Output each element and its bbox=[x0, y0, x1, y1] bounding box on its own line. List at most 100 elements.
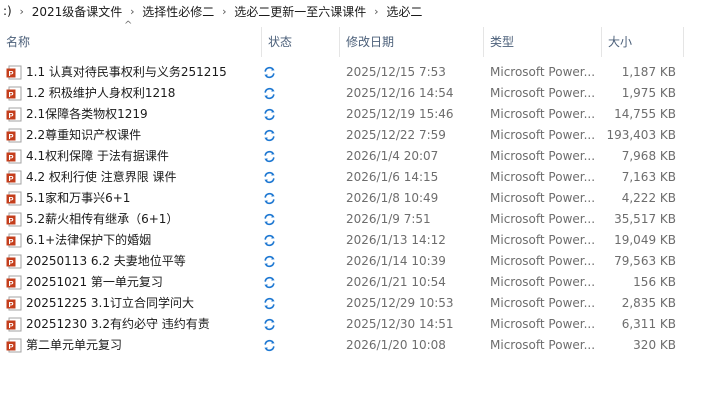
column-header-status-label: 状态 bbox=[268, 35, 293, 49]
file-type: Microsoft Power... bbox=[490, 149, 596, 163]
file-explorer-window: :) › 2021级备课文件 › 选择性必修二 › 选必二更新一至六课课件 › … bbox=[0, 0, 717, 393]
file-list: P 1.1 认真对待民事权利与义务251215 2025/12/15 7:53 … bbox=[0, 62, 717, 356]
file-row[interactable]: P 2.2尊重知识产权课件 2025/12/22 7:59 Microsoft … bbox=[0, 125, 717, 146]
file-type: Microsoft Power... bbox=[490, 275, 596, 289]
file-name[interactable]: 20251225 3.1订立合同学问大 bbox=[26, 293, 258, 314]
svg-text:P: P bbox=[8, 90, 13, 99]
file-name[interactable]: 1.2 积极维护人身权利1218 bbox=[26, 83, 258, 104]
sync-pending-icon bbox=[264, 339, 275, 352]
powerpoint-file-icon: P bbox=[6, 338, 22, 353]
powerpoint-file-icon: P bbox=[6, 170, 22, 185]
file-row[interactable]: P 20251230 3.2有约必守 违约有责 2025/12/30 14:51… bbox=[0, 314, 717, 335]
svg-text:P: P bbox=[8, 321, 13, 330]
file-size: 2,835 KB bbox=[621, 296, 676, 310]
sync-pending-icon bbox=[264, 276, 275, 289]
file-type: Microsoft Power... bbox=[490, 107, 596, 121]
file-name[interactable]: 6.1+法律保护下的婚姻 bbox=[26, 230, 258, 251]
file-name[interactable]: 第二单元单元复习 bbox=[26, 335, 258, 356]
file-modified-date: 2025/12/16 14:54 bbox=[346, 86, 454, 100]
file-size: 1,975 KB bbox=[621, 86, 676, 100]
file-row[interactable]: P 1.1 认真对待民事权利与义务251215 2025/12/15 7:53 … bbox=[0, 62, 717, 83]
column-header-date[interactable]: 修改日期 bbox=[340, 27, 484, 57]
file-size: 79,563 KB bbox=[614, 254, 676, 268]
file-modified-date: 2025/12/29 10:53 bbox=[346, 296, 454, 310]
sync-pending-icon bbox=[264, 87, 275, 100]
chevron-right-icon[interactable]: › bbox=[125, 5, 139, 18]
file-row[interactable]: P 4.2 权利行使 注意界限 课件 2026/1/6 14:15 Micros… bbox=[0, 167, 717, 188]
file-name[interactable]: 20250113 6.2 夫妻地位平等 bbox=[26, 251, 258, 272]
file-name[interactable]: 5.2薪火相传有继承（6+1） bbox=[26, 209, 258, 230]
file-size: 193,403 KB bbox=[606, 128, 676, 142]
file-type: Microsoft Power... bbox=[490, 317, 596, 331]
file-name[interactable]: 2.1保障各类物权1219 bbox=[26, 104, 258, 125]
file-name[interactable]: 4.2 权利行使 注意界限 课件 bbox=[26, 167, 258, 188]
file-modified-date: 2026/1/13 14:12 bbox=[346, 233, 446, 247]
svg-text:P: P bbox=[8, 111, 13, 120]
file-row[interactable]: P 4.1权利保障 于法有据课件 2026/1/4 20:07 Microsof… bbox=[0, 146, 717, 167]
file-modified-date: 2026/1/14 10:39 bbox=[346, 254, 446, 268]
file-modified-date: 2026/1/8 10:49 bbox=[346, 191, 439, 205]
file-size: 14,755 KB bbox=[614, 107, 676, 121]
file-size: 4,222 KB bbox=[621, 191, 676, 205]
breadcrumb: :) › 2021级备课文件 › 选择性必修二 › 选必二更新一至六课课件 › … bbox=[0, 0, 717, 23]
svg-text:P: P bbox=[8, 237, 13, 246]
sort-ascending-icon: ^ bbox=[124, 20, 133, 31]
sync-pending-icon bbox=[264, 213, 275, 226]
sync-pending-icon bbox=[264, 255, 275, 268]
file-modified-date: 2026/1/9 7:51 bbox=[346, 212, 431, 226]
file-row[interactable]: P 第二单元单元复习 2026/1/20 10:08 Microsoft Pow… bbox=[0, 335, 717, 356]
file-row[interactable]: P 2.1保障各类物权1219 2025/12/19 15:46 Microso… bbox=[0, 104, 717, 125]
chevron-right-icon[interactable]: › bbox=[217, 5, 231, 18]
chevron-right-icon[interactable]: › bbox=[369, 5, 383, 18]
file-name[interactable]: 2.2尊重知识产权课件 bbox=[26, 125, 258, 146]
breadcrumb-item-2[interactable]: 选择性必修二 bbox=[139, 3, 217, 20]
file-type: Microsoft Power... bbox=[490, 128, 596, 142]
sync-pending-icon bbox=[264, 150, 275, 163]
file-type: Microsoft Power... bbox=[490, 233, 596, 247]
sync-pending-icon bbox=[264, 66, 275, 79]
breadcrumb-item-current[interactable]: 选必二 bbox=[383, 3, 425, 20]
file-name[interactable]: 1.1 认真对待民事权利与义务251215 bbox=[26, 62, 258, 83]
file-row[interactable]: P 5.2薪火相传有继承（6+1） 2026/1/9 7:51 Microsof… bbox=[0, 209, 717, 230]
file-name[interactable]: 20251021 第一单元复习 bbox=[26, 272, 258, 293]
column-header-type[interactable]: 类型 bbox=[484, 27, 602, 57]
file-name[interactable]: 5.1家和万事兴6+1 bbox=[26, 188, 258, 209]
sync-pending-icon bbox=[264, 129, 275, 142]
file-type: Microsoft Power... bbox=[490, 65, 596, 79]
column-header-name-label: 名称 bbox=[6, 35, 31, 49]
file-row[interactable]: P 20251225 3.1订立合同学问大 2025/12/29 10:53 M… bbox=[0, 293, 717, 314]
powerpoint-file-icon: P bbox=[6, 191, 22, 206]
powerpoint-file-icon: P bbox=[6, 86, 22, 101]
breadcrumb-item-3[interactable]: 选必二更新一至六课课件 bbox=[231, 3, 369, 20]
file-type: Microsoft Power... bbox=[490, 191, 596, 205]
file-row[interactable]: P 6.1+法律保护下的婚姻 2026/1/13 14:12 Microsoft… bbox=[0, 230, 717, 251]
column-header-size[interactable]: 大小 bbox=[602, 27, 684, 57]
sync-pending-icon bbox=[264, 234, 275, 247]
column-header-status[interactable]: 状态 bbox=[262, 27, 340, 57]
file-row[interactable]: P 1.2 积极维护人身权利1218 2025/12/16 14:54 Micr… bbox=[0, 83, 717, 104]
file-size: 7,968 KB bbox=[621, 149, 676, 163]
chevron-right-icon[interactable]: › bbox=[15, 5, 29, 18]
file-size: 320 KB bbox=[633, 338, 676, 352]
sync-pending-icon bbox=[264, 171, 275, 184]
powerpoint-file-icon: P bbox=[6, 149, 22, 164]
column-header-name[interactable]: ^ 名称 bbox=[0, 20, 262, 57]
file-name[interactable]: 4.1权利保障 于法有据课件 bbox=[26, 146, 258, 167]
powerpoint-file-icon: P bbox=[6, 296, 22, 311]
file-row[interactable]: P 20250113 6.2 夫妻地位平等 2026/1/14 10:39 Mi… bbox=[0, 251, 717, 272]
file-size: 35,517 KB bbox=[614, 212, 676, 226]
file-row[interactable]: P 5.1家和万事兴6+1 2026/1/8 10:49 Microsoft P… bbox=[0, 188, 717, 209]
file-name[interactable]: 20251230 3.2有约必守 违约有责 bbox=[26, 314, 258, 335]
file-row[interactable]: P 20251021 第一单元复习 2026/1/21 10:54 Micros… bbox=[0, 272, 717, 293]
file-modified-date: 2026/1/6 14:15 bbox=[346, 170, 439, 184]
file-modified-date: 2025/12/19 15:46 bbox=[346, 107, 454, 121]
breadcrumb-item-1[interactable]: 2021级备课文件 bbox=[29, 3, 126, 20]
powerpoint-file-icon: P bbox=[6, 128, 22, 143]
column-header-date-label: 修改日期 bbox=[346, 35, 395, 49]
file-size: 156 KB bbox=[633, 275, 676, 289]
svg-text:P: P bbox=[8, 195, 13, 204]
file-type: Microsoft Power... bbox=[490, 212, 596, 226]
breadcrumb-item-drive[interactable]: :) bbox=[0, 4, 15, 18]
svg-text:P: P bbox=[8, 69, 13, 78]
svg-text:P: P bbox=[8, 300, 13, 309]
